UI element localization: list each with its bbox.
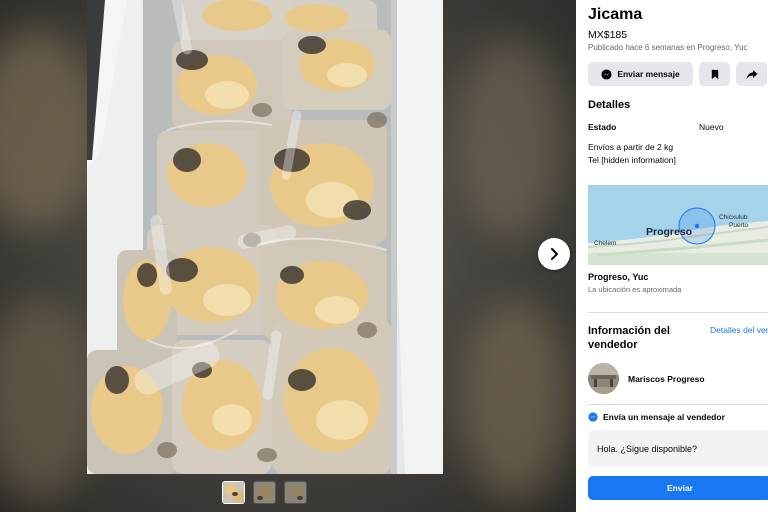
messenger-icon <box>588 412 598 422</box>
details-heading: Detalles <box>588 99 631 111</box>
photo-thumbnails <box>222 481 307 504</box>
section-divider <box>588 404 768 405</box>
listing-price: MX$185 <box>588 29 628 41</box>
save-button[interactable] <box>699 62 730 86</box>
thumbnail-2[interactable] <box>253 481 276 504</box>
marketplace-listing-page: Jicama MX$185 Publicado hace 6 semanas e… <box>0 0 768 512</box>
photo-viewer <box>0 0 576 512</box>
blurred-background-bottom-right <box>460 300 570 500</box>
map-label-chicxulub: Chicxulub <box>719 214 748 221</box>
listing-photo[interactable] <box>87 0 443 474</box>
map-label-chelem: Chelem <box>594 240 616 247</box>
condition-label: Estado <box>588 122 617 132</box>
blurred-background-right <box>455 40 565 240</box>
bookmark-icon <box>711 69 718 79</box>
location-name: Progreso, Yuc <box>588 272 649 282</box>
posted-info: Publicado hace 6 semanas en Progreso, Yu… <box>588 43 748 52</box>
next-photo-button[interactable] <box>538 238 570 270</box>
seller-name[interactable]: Mariscos Progreso <box>628 374 705 384</box>
blurred-background-bottom-left <box>0 300 100 500</box>
map-illustration: Progreso Chicxulub Puerto Chelem <box>588 185 768 265</box>
seller-info-heading: Información del vendedor <box>588 325 670 351</box>
send-message-section-heading: Envía un mensaje al vendedor <box>588 412 725 422</box>
map-label-progreso: Progreso <box>646 226 692 238</box>
send-message-heading-text: Envía un mensaje al vendedor <box>603 412 725 422</box>
share-icon <box>746 69 757 79</box>
messenger-icon <box>601 68 612 80</box>
description-line: Tel [hidden information] <box>588 155 676 165</box>
seller-avatar[interactable] <box>588 363 619 394</box>
thumbnail-3[interactable] <box>284 481 307 504</box>
send-message-button[interactable]: Enviar mensaje <box>588 62 693 86</box>
condition-value: Nuevo <box>699 122 724 132</box>
send-message-label: Enviar mensaje <box>617 69 680 79</box>
chevron-right-icon <box>551 248 558 260</box>
freezer-bags-illustration <box>87 0 443 474</box>
blurred-background-left <box>0 30 100 230</box>
listing-title: Jicama <box>588 6 643 23</box>
share-button[interactable] <box>736 62 767 86</box>
listing-details-panel: Jicama MX$185 Publicado hace 6 semanas e… <box>576 0 768 512</box>
section-divider <box>588 312 768 313</box>
map-label-puerto: Puerto <box>729 222 749 229</box>
thumbnail-1[interactable] <box>222 481 245 504</box>
location-note: La ubicación es aproximada <box>588 285 682 294</box>
location-map[interactable]: Progreso Chicxulub Puerto Chelem <box>588 185 768 265</box>
description-line: Envíos a partir de 2 kg <box>588 142 674 152</box>
seller-details-link[interactable]: Detalles del vendedor <box>710 325 768 335</box>
send-button[interactable]: Enviar <box>588 476 768 500</box>
message-input[interactable] <box>588 430 768 467</box>
